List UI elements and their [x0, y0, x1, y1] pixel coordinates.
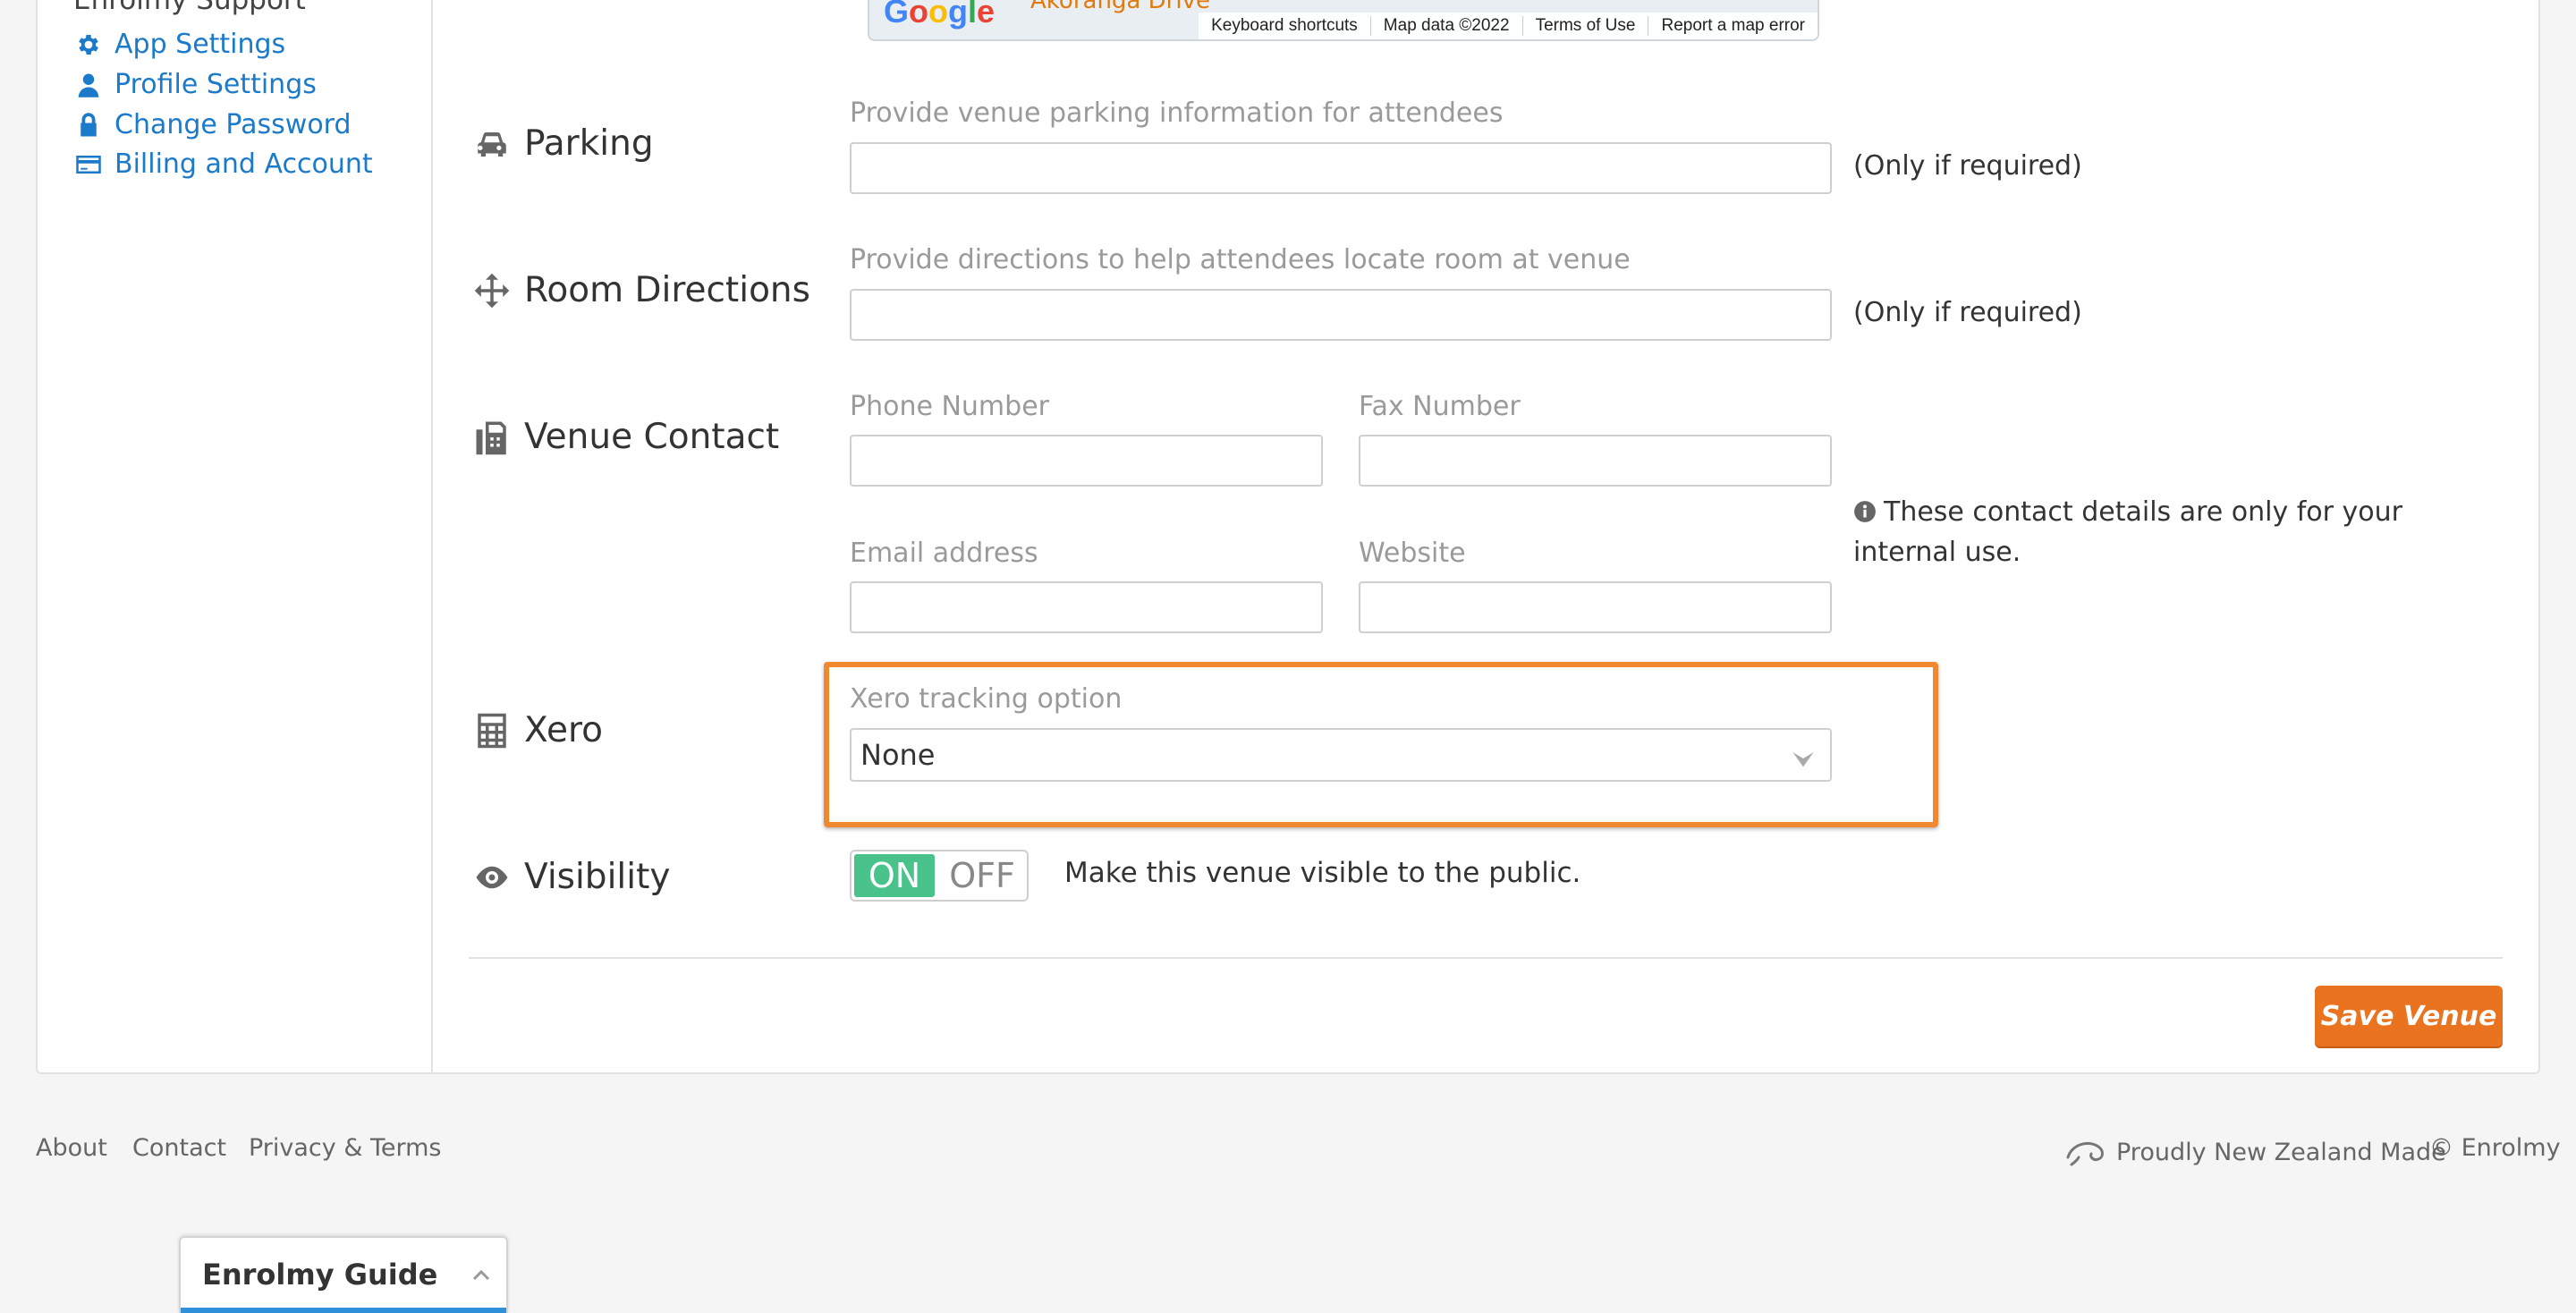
visibility-label-text: Visibility [524, 857, 671, 897]
venue-contact-label: Venue Contact [472, 417, 779, 457]
parking-hint: Provide venue parking information for at… [850, 97, 1504, 129]
sidebar-link-label: Change Password [114, 109, 352, 140]
map-data: Map data ©2022 [1369, 16, 1522, 36]
xero-label: Xero [472, 710, 603, 750]
google-logo: Google [884, 0, 996, 30]
map-attribution: Keyboard shortcuts Map data ©2022 Terms … [1199, 13, 1818, 39]
map-report-error[interactable]: Report a map error [1648, 16, 1818, 36]
xero-tracking-select[interactable]: None [850, 728, 1832, 782]
parking-label: Parking [472, 123, 654, 164]
sidebar-link-change-password[interactable]: Change Password [75, 109, 352, 140]
map-keyboard-shortcuts[interactable]: Keyboard shortcuts [1199, 16, 1370, 36]
visibility-toggle[interactable]: ON OFF [850, 850, 1029, 902]
guide-title: Enrolmy Guide [202, 1258, 438, 1292]
parking-note: (Only if required) [1853, 150, 2082, 182]
form-divider [469, 957, 2503, 959]
xero-tracking-label: Xero tracking option [850, 683, 1123, 715]
sidebar-divider [431, 0, 433, 1074]
sidebar-link-app-settings[interactable]: App Settings [75, 29, 285, 60]
user-icon [75, 72, 102, 98]
fax-hint: Fax Number [1359, 391, 1521, 422]
room-directions-label: Room Directions [472, 270, 810, 310]
website-hint: Website [1359, 538, 1466, 569]
fern-icon [2063, 1134, 2107, 1170]
toggle-on[interactable]: ON [852, 851, 937, 900]
parking-input[interactable] [850, 142, 1832, 194]
sidebar-link-label: Billing and Account [114, 148, 373, 180]
phone-input[interactable] [850, 435, 1323, 487]
footer-copyright: © Enrolmy [2429, 1134, 2561, 1162]
guide-accent-bar [181, 1308, 506, 1313]
footer-link-about[interactable]: About [36, 1134, 107, 1162]
lock-icon [75, 112, 102, 139]
car-icon [472, 124, 512, 164]
visibility-label: Visibility [472, 857, 670, 897]
fax-icon [472, 418, 512, 457]
email-hint: Email address [850, 538, 1038, 569]
move-arrows-icon [472, 271, 512, 310]
chevron-down-icon [1791, 744, 1816, 769]
eye-icon [472, 858, 512, 897]
fax-input[interactable] [1359, 435, 1832, 487]
room-directions-note: (Only if required) [1853, 297, 2082, 328]
map-embed[interactable]: Google Akoranga Drive Keyboard shortcuts… [868, 0, 1819, 41]
contact-info-note: These contact details are only for your … [1853, 492, 2462, 572]
venue-contact-label-text: Venue Contact [524, 417, 780, 457]
sidebar-link-label: App Settings [114, 29, 286, 60]
info-icon [1853, 495, 1877, 522]
contact-info-text: These contact details are only for your … [1853, 496, 2402, 568]
credit-card-icon [75, 151, 102, 178]
chevron-up-icon[interactable] [470, 1265, 492, 1286]
footer-link-contact[interactable]: Contact [132, 1134, 226, 1162]
calculator-icon [472, 711, 512, 750]
room-directions-input[interactable] [850, 289, 1832, 341]
xero-tracking-selected: None [860, 738, 936, 772]
enrolmy-guide-widget[interactable]: Enrolmy Guide [179, 1236, 508, 1313]
sidebar-link-profile-settings[interactable]: Profile Settings [75, 69, 317, 100]
sidebar-link-label: Profile Settings [114, 69, 317, 100]
email-input[interactable] [850, 581, 1323, 633]
footer-made-in-text: Proudly New Zealand Made [2116, 1138, 2446, 1166]
parking-label-text: Parking [524, 123, 654, 164]
gear-icon [75, 31, 102, 58]
room-directions-label-text: Room Directions [524, 270, 810, 310]
phone-hint: Phone Number [850, 391, 1049, 422]
map-terms[interactable]: Terms of Use [1521, 16, 1648, 36]
sidebar-title: Enrolmy Support [73, 0, 306, 16]
map-road-label: Akoranga Drive [1030, 0, 1210, 14]
room-directions-hint: Provide directions to help attendees loc… [850, 244, 1631, 275]
website-input[interactable] [1359, 581, 1832, 633]
xero-label-text: Xero [524, 710, 603, 750]
save-venue-button[interactable]: Save Venue [2315, 986, 2503, 1046]
toggle-off[interactable]: OFF [937, 851, 1027, 900]
footer-link-privacy[interactable]: Privacy & Terms [249, 1134, 442, 1162]
sidebar-link-billing[interactable]: Billing and Account [75, 148, 373, 180]
footer-made-in: Proudly New Zealand Made [2063, 1134, 2446, 1170]
visibility-description: Make this venue visible to the public. [1064, 857, 1581, 889]
